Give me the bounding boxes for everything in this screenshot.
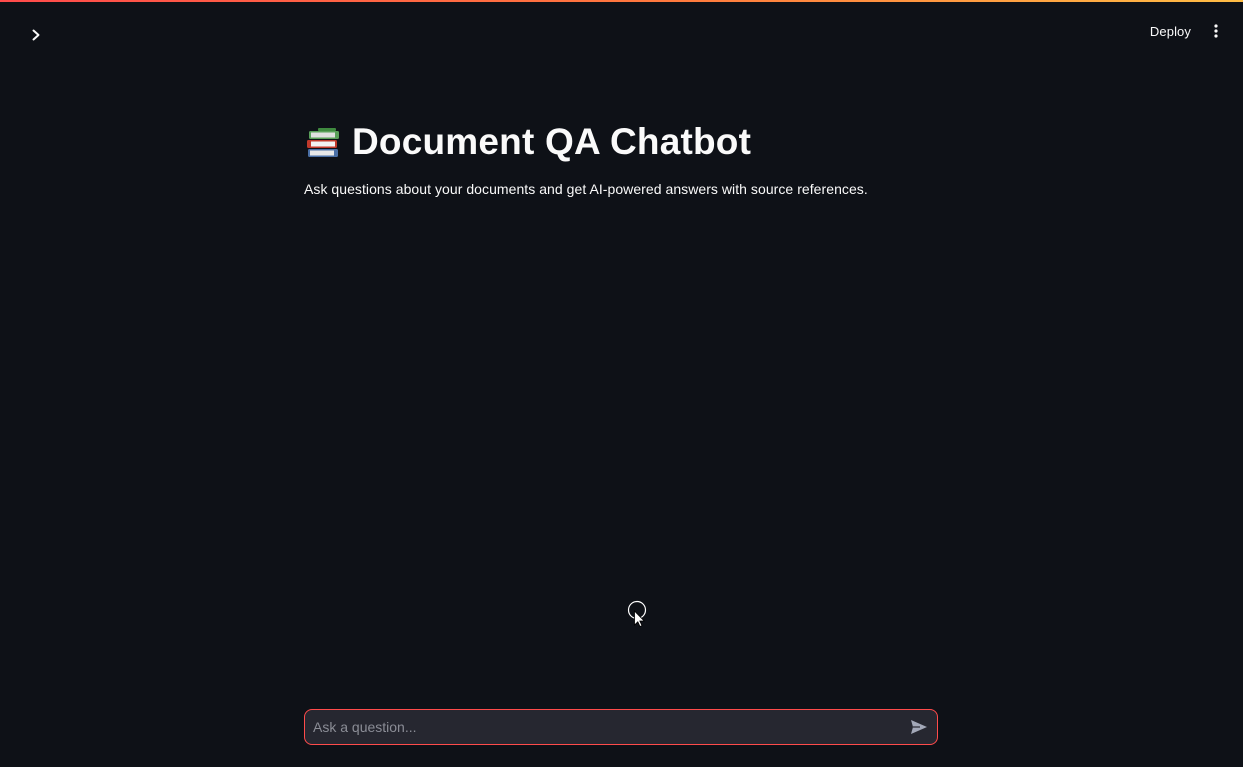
page-title: Document QA Chatbot [304,118,944,166]
deploy-button[interactable]: Deploy [1150,24,1191,39]
chevron-right-icon [32,29,40,41]
send-icon [911,720,927,734]
app-window: Deploy Document QA Chatbot Ask questions… [0,0,1243,767]
vertical-ellipsis-icon [1214,24,1218,38]
page-title-text: Document QA Chatbot [352,121,752,162]
sidebar-toggle-button[interactable] [24,23,48,47]
main-menu-button[interactable] [1209,19,1223,43]
mouse-cursor-icon [627,600,647,628]
top-decoration-bar [0,0,1243,2]
books-icon [307,128,339,157]
page-subtitle: Ask questions about your documents and g… [304,181,868,197]
chat-input[interactable] [305,710,901,744]
send-button[interactable] [901,710,937,744]
header-toolbar: Deploy [1150,19,1223,43]
main-content: Document QA Chatbot Ask questions about … [304,118,944,197]
chat-input-container [304,709,938,745]
